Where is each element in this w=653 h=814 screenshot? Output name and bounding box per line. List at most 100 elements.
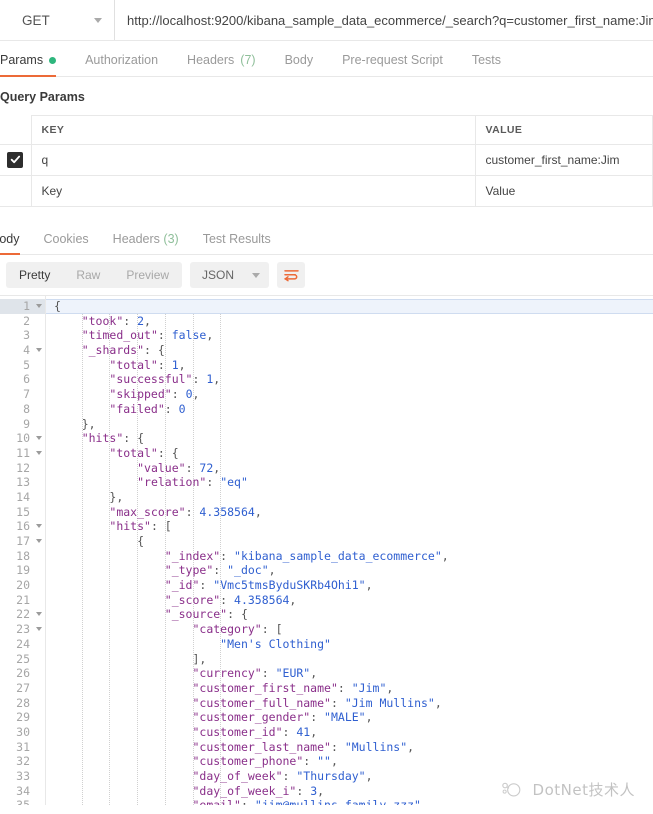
line-number: 28 <box>16 695 30 710</box>
view-mode-pretty[interactable]: Pretty <box>6 262 63 288</box>
line-number: 9 <box>23 416 30 431</box>
line-number: 14 <box>16 489 30 504</box>
code-line: "customer_last_name": "Mullins", <box>192 739 415 754</box>
fold-arrow-icon[interactable] <box>36 304 42 308</box>
fold-arrow-icon[interactable] <box>36 450 42 455</box>
line-number: 17 <box>0 534 45 549</box>
line-number: 7 <box>23 387 30 402</box>
code-line: }, <box>81 416 96 431</box>
response-tab-cookies[interactable]: Cookies <box>44 232 89 254</box>
checkbox-checked-icon[interactable] <box>7 151 24 168</box>
code-line: "customer_id": 41, <box>192 724 318 739</box>
tab-headers-label: Headers <box>187 53 235 67</box>
code-line: "_score": 4.358564, <box>164 592 297 607</box>
tab-authorization-label: Authorization <box>85 53 159 67</box>
line-number: 29 <box>16 710 30 725</box>
fold-arrow-icon[interactable] <box>36 524 42 529</box>
code-line: "value": 72, <box>137 460 221 475</box>
wrap-lines-button[interactable] <box>277 262 306 288</box>
tab-tests-label: Tests <box>471 53 501 67</box>
line-number: 26 <box>16 666 30 681</box>
code-line: "email": "jim@mullins-family.zzz", <box>46 798 653 805</box>
response-format-select[interactable]: JSON <box>190 262 270 288</box>
chevron-down-icon <box>94 17 102 23</box>
line-number: 35 <box>0 798 45 805</box>
row-enable-checkbox-cell-empty[interactable] <box>0 175 32 207</box>
fold-arrow-icon[interactable] <box>36 612 42 617</box>
code-line: "customer_full_name": "Jim Mullins", <box>192 695 442 710</box>
line-number: 27 <box>16 680 30 695</box>
table-row-empty: Key Value <box>0 175 653 207</box>
code-line: ], <box>192 651 207 666</box>
line-number: 10 <box>0 431 45 446</box>
param-value-input[interactable]: customer_first_name:Jim <box>475 144 653 176</box>
code-line: "currency": "EUR", <box>192 666 318 681</box>
line-number: 4 <box>0 343 45 358</box>
fold-arrow-icon[interactable] <box>36 436 42 441</box>
code-line: "_id": "Vmc5tmsByduSKRb4Ohi1", <box>164 578 373 593</box>
code-line: { <box>46 299 653 314</box>
response-tab-test-results[interactable]: Test Results <box>203 232 271 254</box>
http-method-label: GET <box>22 12 50 28</box>
response-body-editor[interactable]: 1 2 3 4 5 6 7 8 9 10 11 12 13 14 15 16 17 18 19 20 21 22 23 24 2… <box>0 295 653 805</box>
line-number: 25 <box>16 651 30 666</box>
fold-arrow-icon[interactable] <box>36 627 42 632</box>
line-number: 6 <box>23 372 30 387</box>
response-tab-headers-label: Headers <box>112 232 160 246</box>
query-params-title: Query Params <box>0 90 85 104</box>
line-number: 16 <box>0 519 45 534</box>
param-value-input-empty[interactable]: Value <box>475 175 653 207</box>
code-line: "hits": { <box>81 431 145 446</box>
response-tab-cookies-label: Cookies <box>43 232 89 246</box>
tab-body[interactable]: Body <box>285 53 314 76</box>
line-number: 31 <box>16 739 30 754</box>
line-number: 21 <box>16 592 30 607</box>
tab-authorization[interactable]: Authorization <box>85 53 158 76</box>
view-mode-group: Pretty Raw Preview <box>6 262 183 288</box>
response-tab-body-label: Body <box>0 232 20 246</box>
code-line: "failed": 0 <box>109 401 186 416</box>
request-url-input[interactable]: http://localhost:9200/kibana_sample_data… <box>115 0 653 40</box>
tab-headers-count: (7) <box>240 53 256 67</box>
fold-arrow-icon[interactable] <box>36 539 42 543</box>
code-line: }, <box>109 489 124 504</box>
response-tab-body[interactable]: Body <box>0 232 20 255</box>
line-number: 15 <box>16 504 30 519</box>
view-mode-raw[interactable]: Raw <box>63 262 113 288</box>
response-tab-headers[interactable]: Headers (3) <box>113 232 179 254</box>
response-body-toolbar: Pretty Raw Preview JSON <box>0 255 653 295</box>
table-header-row: KEY VALUE <box>0 115 653 145</box>
line-number: 23 <box>0 622 45 637</box>
tab-headers[interactable]: Headers (7) <box>187 53 256 76</box>
tab-pre-request-script-label: Pre-request Script <box>342 53 443 67</box>
row-enable-checkbox-cell[interactable] <box>0 144 32 176</box>
response-tab-test-results-label: Test Results <box>202 232 271 246</box>
tab-params[interactable]: Params <box>0 53 57 77</box>
fold-arrow-icon[interactable] <box>36 348 42 353</box>
line-number: 24 <box>16 636 30 651</box>
line-number: 5 <box>23 357 30 372</box>
chevron-down-icon <box>252 272 261 278</box>
line-number: 32 <box>16 754 30 769</box>
request-url-bar: GET http://localhost:9200/kibana_sample_… <box>0 0 653 41</box>
view-mode-preview[interactable]: Preview <box>113 262 182 288</box>
param-key-input-empty[interactable]: Key <box>31 175 476 207</box>
http-method-select[interactable]: GET <box>0 0 115 40</box>
code-line: "day_of_week_i": 3, <box>192 783 325 798</box>
editor-code-area[interactable]: { "took": 2, "timed_out": false, "_shard… <box>46 296 653 805</box>
code-line: "customer_phone": "", <box>192 754 338 769</box>
params-active-dot-icon <box>49 56 57 64</box>
tab-tests[interactable]: Tests <box>472 53 501 76</box>
code-line: "customer_gender": "MALE", <box>192 710 373 725</box>
tab-body-label: Body <box>284 53 314 67</box>
code-line: "took": 2, <box>81 313 151 328</box>
select-all-header <box>0 115 32 145</box>
tab-pre-request-script[interactable]: Pre-request Script <box>342 53 443 76</box>
code-line: "skipped": 0, <box>109 387 200 402</box>
postman-window: GET http://localhost:9200/kibana_sample_… <box>0 0 653 814</box>
request-tab-bar: Params Authorization Headers (7) Body Pr… <box>0 41 653 77</box>
code-line: "_source": { <box>164 607 248 622</box>
param-key-input[interactable]: q <box>31 144 476 176</box>
code-line: "successful": 1, <box>109 372 221 387</box>
column-header-value: VALUE <box>475 115 653 145</box>
